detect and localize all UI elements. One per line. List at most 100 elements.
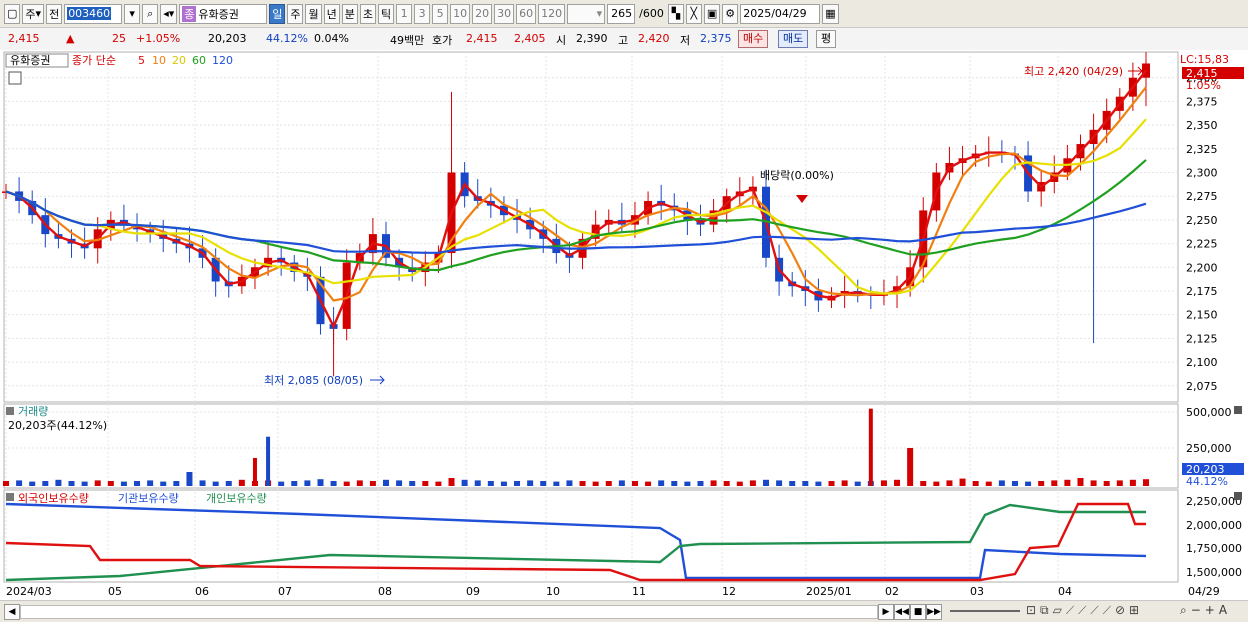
zoom-slider[interactable] (950, 610, 1020, 612)
eval-button[interactable]: 평 (816, 30, 837, 48)
volume-bar (1116, 480, 1123, 486)
volume-bar (985, 481, 992, 486)
price-axis-label: 2,175 (1186, 285, 1218, 298)
volume-bar (225, 481, 232, 486)
volume-bar (1038, 481, 1045, 486)
ask-price: 2,415 (466, 32, 498, 45)
time-axis-label: 03 (970, 585, 984, 598)
volume-bar (671, 481, 678, 486)
period-day[interactable]: 일 (269, 3, 286, 24)
volume-bar (998, 480, 1005, 486)
top-toolbar: ▢ 주 ▾ 전 003460 ▾ ⌕ ◂▾ 종 유화증권 일 주 월 년 분 초… (0, 0, 1248, 28)
legend-stock-name: 유화증권 (10, 54, 50, 67)
zoom-tools-icon[interactable]: ⌕−+A (1180, 603, 1231, 618)
volume-bar (736, 481, 743, 486)
speaker-icon[interactable]: ◂▾ (160, 3, 178, 24)
price-chart-svg[interactable]: 2,4002,3752,3502,3252,3002,2752,2502,225… (0, 50, 1248, 600)
volume-bar (841, 480, 848, 486)
period-year[interactable]: 년 (323, 3, 340, 24)
time-axis-label: 04 (1058, 585, 1072, 598)
count-total: /600 (639, 7, 664, 20)
volume-bar (16, 480, 23, 486)
candle-icon[interactable]: ▚ (667, 3, 684, 24)
interval-20[interactable]: 20 (472, 3, 493, 24)
holdings-close-icon[interactable] (1234, 492, 1242, 500)
calendar-icon[interactable]: ▦ (822, 3, 839, 24)
gear-icon[interactable]: ⚙ (722, 3, 739, 24)
sell-button[interactable]: 매도 (778, 30, 809, 48)
bottom-scrollbar[interactable]: ◀ ▶ ◀◀ ■ ▶▶ ⊡⧉▱⟋⟋⟋⟋⊘⊞ ⌕−+A (0, 600, 1248, 622)
interval-10[interactable]: 10 (450, 3, 471, 24)
volume-bar (776, 480, 783, 486)
period-minute[interactable]: 분 (341, 3, 358, 24)
holdings-axis-label: 1,500,000 (1186, 566, 1242, 579)
volume-bar (461, 479, 468, 486)
period-week[interactable]: 주 (287, 3, 304, 24)
chart-area[interactable]: 2,4002,3752,3502,3252,3002,2752,2502,225… (0, 50, 1248, 621)
save-icon[interactable]: ▣ (703, 3, 721, 24)
volume-bar (697, 481, 704, 486)
volume-bar (107, 481, 114, 486)
interval-120[interactable]: 120 (538, 3, 566, 24)
open-value: 2,390 (576, 32, 608, 45)
interval-60[interactable]: 60 (516, 3, 537, 24)
volume-bar (631, 481, 638, 486)
volume-bar (658, 480, 665, 486)
volume-bar (343, 481, 350, 486)
scroll-right-icon[interactable]: ▶ (878, 604, 894, 620)
volume-bar (448, 478, 455, 486)
volume-bar (81, 481, 88, 486)
drawing-tools-icon[interactable]: ⊡⧉▱⟋⟋⟋⟋⊘⊞ (1026, 603, 1143, 618)
count-input[interactable]: 265 (607, 3, 636, 24)
price-axis-label: 2,225 (1186, 238, 1218, 251)
forward-icon[interactable]: ▶▶ (926, 604, 942, 620)
volume-bar (474, 480, 481, 486)
scroll-track[interactable] (20, 605, 878, 619)
period-second[interactable]: 초 (359, 3, 376, 24)
volume-bar (487, 481, 494, 486)
period-month[interactable]: 월 (305, 3, 322, 24)
custom-interval-select[interactable]: ▾ (567, 3, 606, 24)
volume-bar (920, 481, 927, 486)
change-percent: +1.05% (136, 32, 181, 45)
search-icon[interactable]: ⌕ (142, 3, 159, 24)
buy-button[interactable]: 매수 (738, 30, 769, 48)
legend-individual: 개인보유수량 (206, 492, 267, 505)
quote-info-bar: 2,415 ▲ 25 +1.05% 20,203 44.12% 0.04% 49… (0, 28, 1248, 51)
volume-bar (1011, 481, 1018, 486)
volume-bar (147, 480, 154, 486)
volume-bar (946, 480, 953, 486)
volume-bar (802, 481, 809, 486)
panel-toggle-icon[interactable] (6, 407, 14, 415)
interval-1[interactable]: 1 (396, 3, 413, 24)
interval-3[interactable]: 3 (414, 3, 431, 24)
time-axis-label: 12 (722, 585, 736, 598)
price-axis-label: 2,275 (1186, 190, 1218, 203)
stock-code-input[interactable]: 003460 (64, 3, 123, 24)
scroll-left-icon[interactable]: ◀ (4, 604, 20, 620)
rewind-icon[interactable]: ◀◀ (894, 604, 910, 620)
holdings-toggle-icon[interactable] (6, 493, 14, 501)
high-annotation: 최고 2,420 (04/29) (1024, 65, 1123, 78)
interval-30[interactable]: 30 (494, 3, 515, 24)
period-tick[interactable]: 틱 (377, 3, 395, 24)
prev-button[interactable]: 전 (46, 3, 63, 24)
date-input[interactable]: 2025/04/29 (740, 3, 821, 24)
volume-close-icon[interactable] (1234, 406, 1242, 414)
crosshair-icon[interactable]: ╳ (685, 3, 702, 24)
volume-bar (160, 481, 167, 486)
table-icon[interactable] (8, 71, 22, 85)
stop-icon[interactable]: ■ (910, 604, 926, 620)
high-value: 2,420 (638, 32, 670, 45)
price-axis-label: 2,300 (1186, 166, 1218, 179)
type-select[interactable]: 주 ▾ (22, 3, 45, 24)
time-axis-label: 06 (195, 585, 209, 598)
layout-icon[interactable]: ▢ (4, 3, 21, 24)
bid-price: 2,405 (514, 32, 546, 45)
stock-name-display[interactable]: 종 유화증권 (179, 3, 268, 24)
time-axis-label: 2024/03 (6, 585, 52, 598)
volume-bar (828, 481, 835, 486)
chevron-down-icon[interactable]: ▾ (124, 3, 141, 24)
interval-5[interactable]: 5 (432, 3, 449, 24)
quote-label: 호가 (432, 34, 453, 47)
